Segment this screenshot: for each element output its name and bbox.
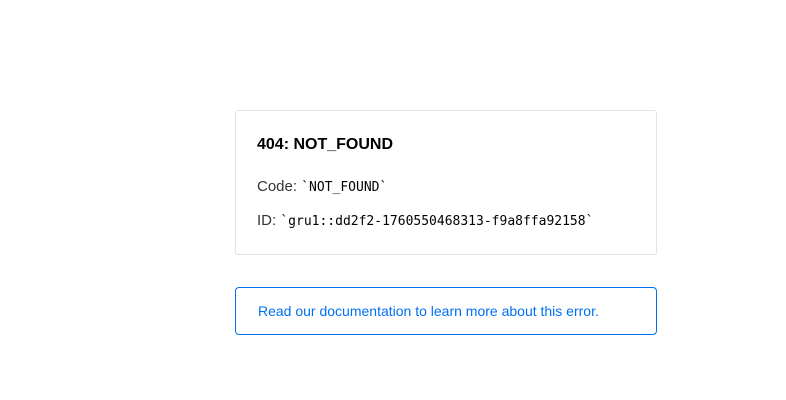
error-id-row: ID: `gru1::dd2f2-1760550468313-f9a8ffa92… (257, 211, 635, 232)
error-title: 404: NOT_FOUND (257, 135, 635, 155)
error-code-row: Code: `NOT_FOUND` (257, 177, 635, 198)
documentation-callout: Read our documentation to learn more abo… (235, 287, 657, 335)
error-code-label: Code: (257, 178, 302, 195)
error-id-value: `gru1::dd2f2-1760550468313-f9a8ffa92158` (280, 214, 594, 229)
error-code-value: `NOT_FOUND` (301, 180, 388, 195)
error-id-label: ID: (257, 212, 281, 229)
status-text: NOT_FOUND (293, 136, 394, 153)
documentation-link[interactable]: Read our documentation to learn more abo… (258, 303, 599, 319)
error-page: 404: NOT_FOUND Code: `NOT_FOUND` ID: `gr… (235, 110, 657, 335)
status-code: 404 (257, 136, 284, 153)
error-card: 404: NOT_FOUND Code: `NOT_FOUND` ID: `gr… (235, 110, 657, 255)
